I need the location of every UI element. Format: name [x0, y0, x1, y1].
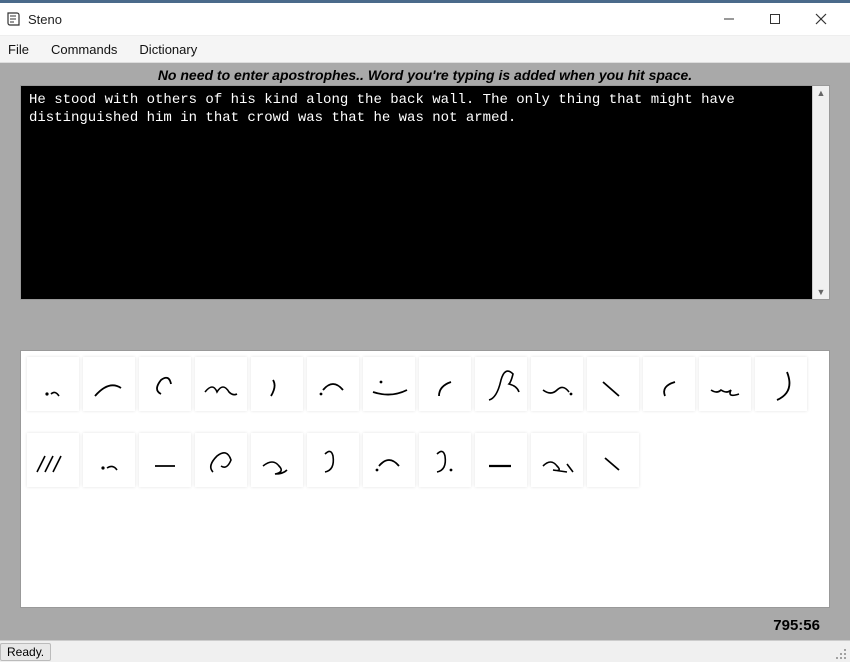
- shorthand-glyph: [139, 357, 191, 411]
- shorthand-glyph: [643, 357, 695, 411]
- shorthand-glyph: [195, 357, 247, 411]
- timer-display: 795:56: [773, 617, 820, 634]
- window-controls: [706, 4, 844, 34]
- shorthand-glyph: [251, 357, 303, 411]
- scroll-down-icon[interactable]: ▼: [813, 285, 829, 299]
- minimize-button[interactable]: [706, 4, 752, 34]
- shorthand-glyph: [755, 357, 807, 411]
- menu-commands[interactable]: Commands: [49, 40, 119, 59]
- scroll-up-icon[interactable]: ▲: [813, 86, 829, 100]
- shorthand-glyph: [195, 433, 247, 487]
- shorthand-glyph: [587, 357, 639, 411]
- maximize-button[interactable]: [752, 4, 798, 34]
- statusbar: Ready.: [0, 640, 850, 662]
- window-title: Steno: [28, 12, 706, 27]
- status-text: Ready.: [0, 643, 51, 661]
- menu-file[interactable]: File: [6, 40, 31, 59]
- menubar: File Commands Dictionary: [0, 35, 850, 63]
- shorthand-glyph: [587, 433, 639, 487]
- shorthand-glyph: [139, 433, 191, 487]
- close-button[interactable]: [798, 4, 844, 34]
- shorthand-glyph: [363, 357, 415, 411]
- titlebar: Steno: [0, 3, 850, 35]
- shorthand-glyph: [27, 357, 79, 411]
- shorthand-glyph: [475, 357, 527, 411]
- menu-dictionary[interactable]: Dictionary: [137, 40, 199, 59]
- shorthand-glyph: [363, 433, 415, 487]
- shorthand-glyph: [27, 433, 79, 487]
- shorthand-glyph: [307, 357, 359, 411]
- editor-scrollbar[interactable]: ▲ ▼: [812, 86, 829, 299]
- editor-panel: He stood with others of his kind along t…: [20, 85, 830, 300]
- app-icon: [6, 11, 22, 27]
- shorthand-row: [27, 433, 823, 487]
- shorthand-glyph: [83, 433, 135, 487]
- shorthand-row: [27, 357, 823, 411]
- resize-grip-icon[interactable]: [833, 646, 847, 660]
- main-area: No need to enter apostrophes.. Word you'…: [0, 63, 850, 640]
- shorthand-glyph: [419, 433, 471, 487]
- shorthand-glyph: [307, 433, 359, 487]
- shorthand-glyph: [531, 357, 583, 411]
- shorthand-glyph: [251, 433, 303, 487]
- editor-textarea[interactable]: He stood with others of his kind along t…: [21, 86, 812, 299]
- shorthand-glyph: [419, 357, 471, 411]
- shorthand-glyph: [531, 433, 583, 487]
- shorthand-panel: [20, 350, 830, 608]
- shorthand-glyph: [83, 357, 135, 411]
- hint-text: No need to enter apostrophes.. Word you'…: [0, 63, 850, 85]
- shorthand-glyph: [475, 433, 527, 487]
- shorthand-glyph: [699, 357, 751, 411]
